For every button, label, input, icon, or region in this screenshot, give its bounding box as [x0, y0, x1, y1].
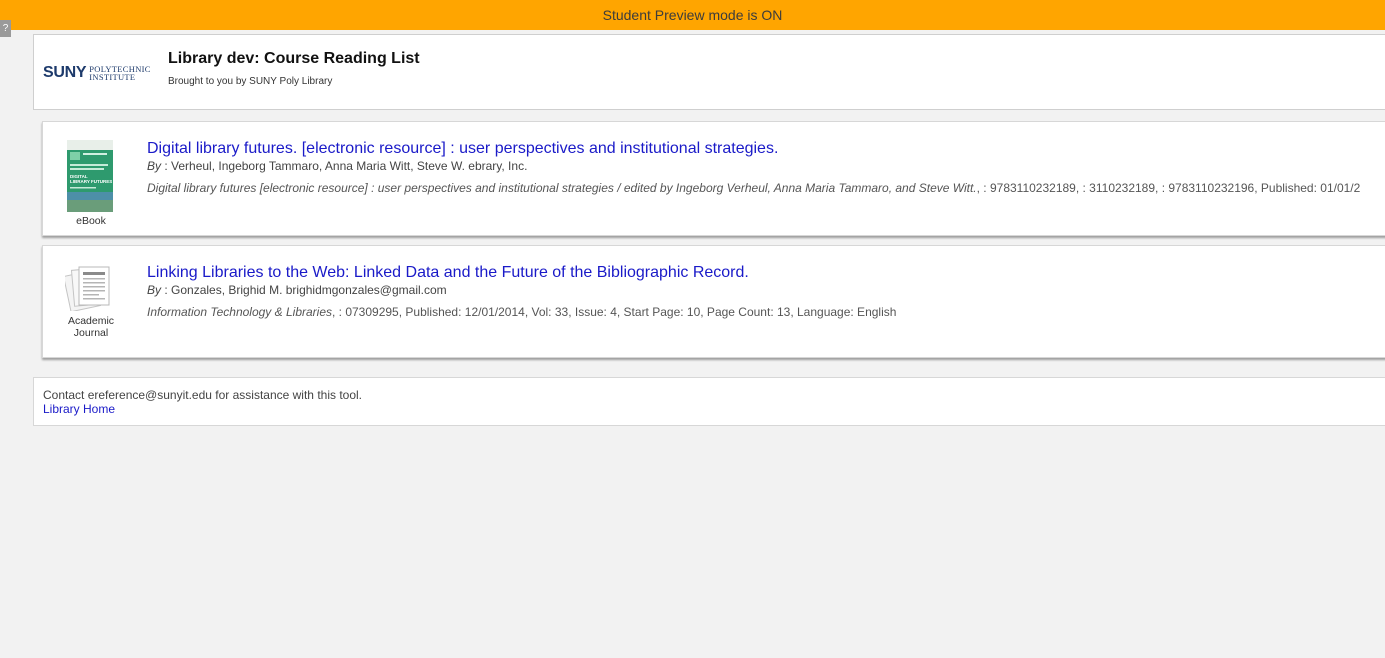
reading-list-item: Academic Journal Linking Libraries to th… — [42, 245, 1385, 358]
page-title: Library dev: Course Reading List — [168, 50, 420, 67]
item-citation: Information Technology & Libraries, : 07… — [147, 305, 897, 319]
item-title-link[interactable]: Linking Libraries to the Web: Linked Dat… — [147, 264, 749, 282]
item-authors: By : Gonzales, Brighid M. brighidmgonzal… — [147, 283, 447, 297]
reading-list-item: DIGITAL LIBRARY FUTURES eBook Digital li… — [42, 121, 1385, 236]
item-title-link[interactable]: Digital library futures. [electronic res… — [147, 140, 778, 158]
library-home-link[interactable]: Library Home — [43, 402, 115, 416]
page-footer: Contact ereference@sunyit.edu for assist… — [33, 377, 1385, 426]
help-tab[interactable]: ? — [0, 20, 11, 37]
contact-text: Contact ereference@sunyit.edu for assist… — [43, 388, 363, 402]
logo-institute-text: POLYTECHNIC INSTITUTE — [89, 64, 151, 82]
ebook-cover-icon: DIGITAL LIBRARY FUTURES — [67, 140, 113, 212]
journal-article-icon — [65, 266, 110, 311]
item-authors: By : Verheul, Ingeborg Tammaro, Anna Mar… — [147, 159, 528, 173]
student-preview-banner: Student Preview mode is ON — [0, 0, 1385, 30]
format-thumbnail[interactable]: Academic Journal — [43, 246, 137, 339]
format-label: Academic Journal — [67, 315, 115, 339]
format-label: eBook — [76, 215, 106, 227]
page-subtitle: Brought to you by SUNY Poly Library — [168, 76, 333, 87]
item-citation: Digital library futures [electronic reso… — [147, 181, 1361, 195]
format-thumbnail[interactable]: DIGITAL LIBRARY FUTURES eBook — [43, 122, 137, 227]
suny-poly-logo[interactable]: SUNY POLYTECHNIC INSTITUTE — [43, 64, 151, 82]
logo-suny-text: SUNY — [43, 64, 87, 81]
page-header: SUNY POLYTECHNIC INSTITUTE Library dev: … — [33, 34, 1385, 110]
cover-line-2: LIBRARY FUTURES — [70, 179, 112, 184]
